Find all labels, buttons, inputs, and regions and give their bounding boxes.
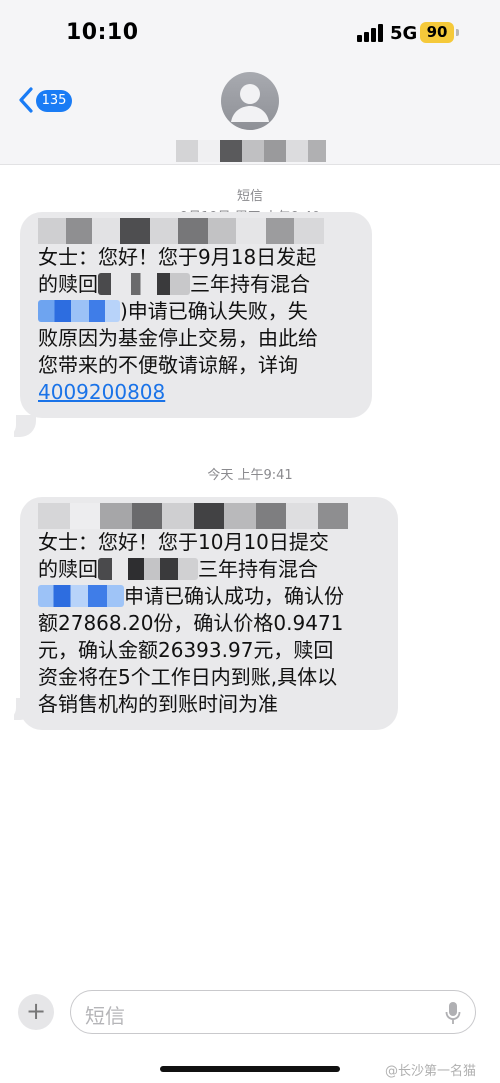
message-1-line-2: 的赎回 三年持有混合 [38,271,354,298]
unread-count-badge: 135 [36,90,72,112]
message-1-line-4: 败原因为基金停止交易，由此给 [38,326,318,350]
message-1-line-2a: 的赎回 [38,272,98,296]
message-2-line-6: 资金将在5个工作日内到账,具体以 [38,665,338,689]
chevron-left-icon [19,87,33,113]
person-icon [231,84,269,122]
message-2-line-2a: 的赎回 [38,557,98,581]
message-2-line-2b: 三年持有混合 [198,557,318,581]
message-input-placeholder: 短信 [85,1004,125,1028]
home-indicator [160,1066,340,1072]
service-label: 短信 [236,189,263,204]
redacted-fund-code-link [38,300,120,322]
message-2-line-4: 额27868.20份，确认价格0.9471 [38,611,344,635]
battery-tip [456,29,459,36]
redacted-fund-name-2 [98,558,198,580]
message-1-line-1: 女士：您好！您于9月18日发起 [38,245,317,269]
message-1-line-5: 您带来的不便敬请谅解，详询 [38,353,298,377]
message-1-line-3b: )申请已确认失败，失 [120,299,308,323]
redacted-fund-name [98,273,190,295]
message-1-line-2b: 三年持有混合 [190,272,310,296]
contact-name-redacted[interactable] [176,140,326,162]
message-2-line-3b: 申请已确认成功，确认份 [124,584,344,608]
navigation-header: 10:10 5G 90 135 [0,0,500,165]
message-1-line-3: )申请已确认失败，失 [38,298,354,325]
add-attachment-button[interactable]: + [18,994,54,1030]
battery-icon: 90 [420,22,454,43]
message-2-line-2: 的赎回 三年持有混合 [38,556,380,583]
message-2-line-7: 各销售机构的到账时间为准 [38,692,278,716]
microphone-icon[interactable] [445,1001,461,1025]
redacted-fund-code-link-2 [38,585,124,607]
back-button[interactable]: 135 [16,84,76,118]
phone-link[interactable]: 4009200808 [38,379,354,406]
contact-avatar[interactable] [221,72,279,130]
message-2-line-3: 申请已确认成功，确认份 [38,583,380,610]
status-time: 10:10 [66,20,139,45]
timestamp-2: 今天 上午9:41 [207,468,293,483]
signal-strength-icon [357,24,383,42]
bubble-tail-1 [14,415,36,437]
message-bubble-1[interactable]: 女士：您好！您于9月18日发起 的赎回 三年持有混合 )申请已确认失败，失 败原因… [20,212,372,418]
message-2-line-5: 元，确认金额26393.97元，赎回 [38,638,334,662]
message-input[interactable]: 短信 [70,990,476,1034]
watermark: @长沙第一名猫 [385,1064,477,1079]
network-type: 5G [390,23,418,44]
message-2-line-1: 女士：您好！您于10月10日提交 [38,530,329,554]
message-bubble-2[interactable]: 女士：您好！您于10月10日提交 的赎回 三年持有混合 申请已确认成功，确认份 额… [20,497,398,730]
